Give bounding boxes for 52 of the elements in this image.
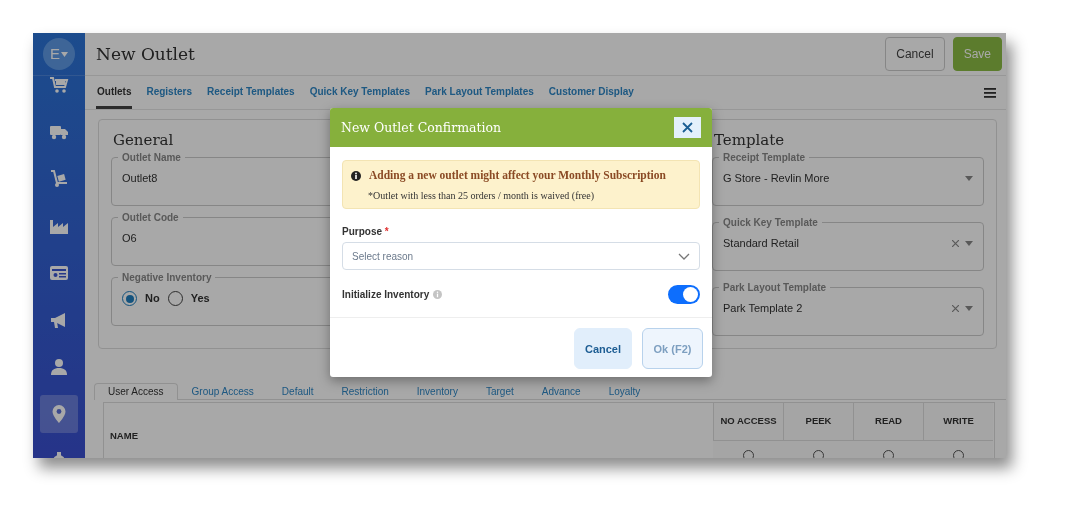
ok-button[interactable]: Ok (F2) <box>642 328 703 370</box>
toggle-switch[interactable] <box>668 285 700 305</box>
radio-label: Yes <box>190 291 210 307</box>
select-field[interactable]: Quick Key Template Standard Retail <box>712 217 984 271</box>
column-header: NO ACCESS <box>713 402 783 441</box>
person-icon <box>49 357 69 377</box>
section-title: Template <box>714 130 786 151</box>
field-label: Purpose <box>342 226 382 238</box>
tab[interactable]: Advance <box>527 382 595 399</box>
dropdown-caret-icon[interactable] <box>965 306 973 311</box>
tab[interactable]: Loyalty <box>594 382 655 399</box>
id-card-icon <box>49 263 69 283</box>
dropdown-caret-icon[interactable] <box>965 241 973 246</box>
close-icon <box>682 122 693 133</box>
required-mark: * <box>384 226 389 238</box>
tab[interactable]: Receipt Templates <box>206 76 296 109</box>
purpose-select[interactable]: Select reason <box>342 242 700 271</box>
select-field[interactable]: Park Layout Template Park Template 2 <box>712 282 984 336</box>
clear-icon[interactable] <box>952 240 959 247</box>
chevron-down-icon <box>678 252 690 260</box>
page-title: New Outlet <box>96 43 195 65</box>
caret-icon <box>61 51 68 57</box>
hand-truck-icon <box>49 169 69 189</box>
tab[interactable]: Default <box>267 382 328 399</box>
tab[interactable]: User Access <box>94 382 178 400</box>
radio-label: No <box>145 291 160 307</box>
cancel-button[interactable]: Cancel <box>885 37 945 71</box>
clear-icon[interactable] <box>952 305 959 312</box>
tab[interactable]: Inventory <box>402 382 472 399</box>
save-button[interactable]: Save <box>952 37 1002 71</box>
avatar-button[interactable]: E <box>43 38 75 70</box>
tab[interactable]: Target <box>471 382 528 399</box>
tab[interactable]: Restriction <box>327 382 403 399</box>
section-title: General <box>113 130 175 151</box>
tab[interactable]: Registers <box>145 76 194 109</box>
info-icon <box>433 290 443 300</box>
cancel-button[interactable]: Cancel <box>574 328 632 370</box>
dialog-title: New Outlet Confirmation <box>341 120 502 135</box>
tab[interactable]: Customer Display <box>547 76 635 109</box>
column-header: PEEK <box>783 402 853 441</box>
select-field[interactable]: Receipt Template G Store - Revlin More <box>712 152 984 206</box>
column-header: READ <box>853 402 923 441</box>
menu-icon[interactable] <box>984 87 996 98</box>
tab[interactable]: Outlets <box>96 76 133 109</box>
tab[interactable]: Quick Key Templates <box>308 76 412 109</box>
column-header: NAME <box>109 429 139 444</box>
close-button[interactable] <box>674 117 701 138</box>
info-icon <box>351 170 361 181</box>
tab[interactable]: Group Access <box>177 382 268 399</box>
dropdown-caret-icon[interactable] <box>965 176 973 181</box>
tab[interactable]: Park Layout Templates <box>424 76 535 109</box>
column-header: WRITE <box>923 402 993 441</box>
